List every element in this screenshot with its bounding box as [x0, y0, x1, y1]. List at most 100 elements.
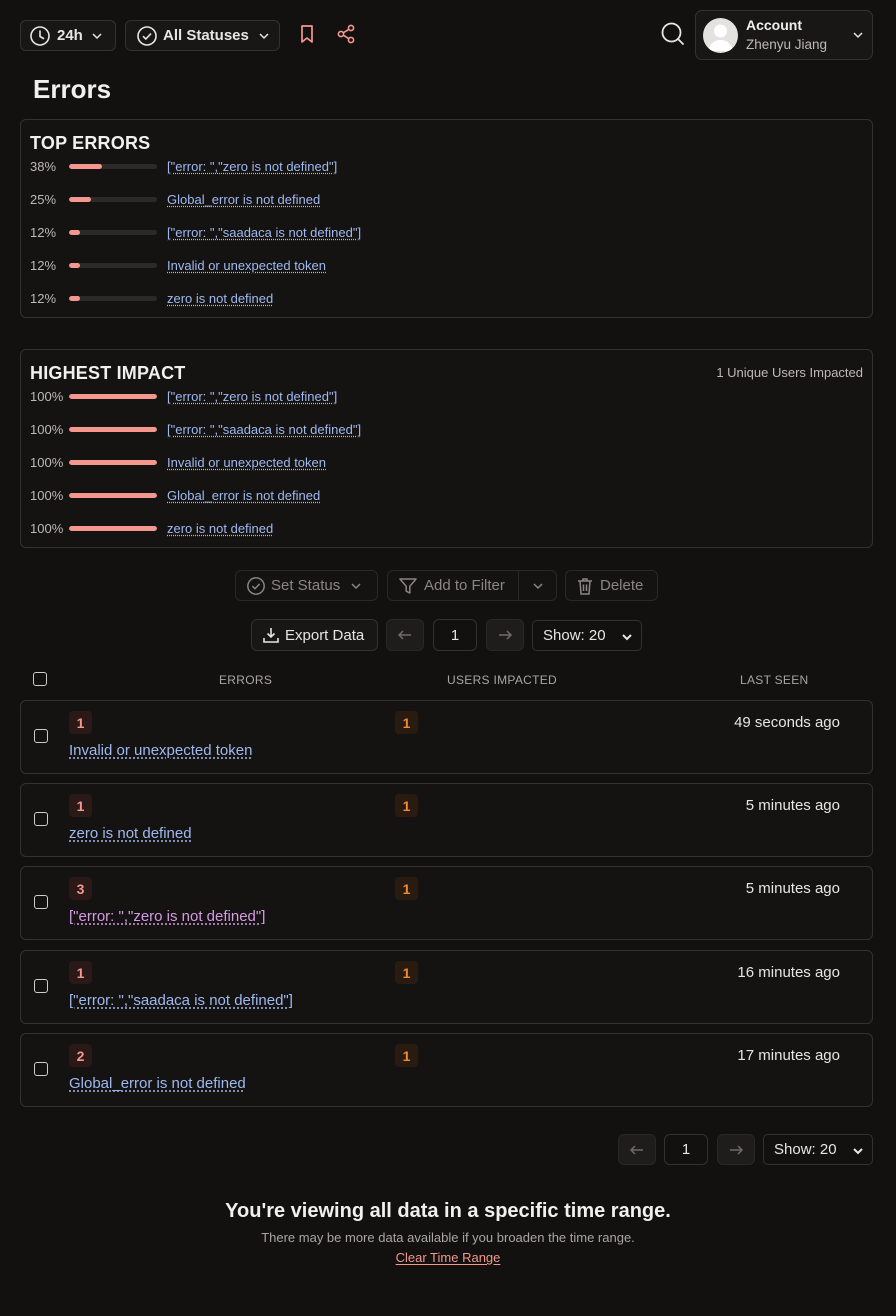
error-link[interactable]: Global_error is not defined [69, 1075, 246, 1092]
row-checkbox[interactable] [34, 1062, 48, 1076]
search-icon[interactable] [660, 21, 686, 52]
row-checkbox[interactable] [34, 812, 48, 826]
error-link[interactable]: Invalid or unexpected token [69, 742, 252, 759]
status-filter-button[interactable]: All Statuses [125, 20, 280, 51]
set-status-button[interactable]: Set Status [235, 570, 378, 601]
chevron-down-icon[interactable] [532, 580, 544, 592]
footer-subtext: There may be more data available if you … [261, 1230, 635, 1245]
stat-bar [69, 492, 157, 498]
stat-percent: 100% [30, 487, 64, 503]
stat-error-link[interactable]: zero is not defined [167, 521, 273, 536]
chevron-down-icon [350, 580, 362, 592]
stat-error-link[interactable]: ["error: ","zero is not defined"] [167, 389, 337, 404]
export-data-button[interactable]: Export Data [251, 619, 378, 651]
stat-row: 12% zero is not defined [30, 288, 273, 308]
clear-time-range-link[interactable]: Clear Time Range [0, 1249, 896, 1267]
prev-page-button[interactable] [618, 1134, 656, 1165]
page-title: Errors [33, 74, 112, 104]
stat-error-link[interactable]: zero is not defined [167, 291, 273, 306]
stat-error-link[interactable]: ["error: ","saadaca is not defined"] [167, 422, 361, 437]
page-size-value: Show: 20 [774, 1141, 837, 1158]
page-number-input[interactable]: 1 [433, 619, 477, 651]
stat-row: 100% zero is not defined [30, 518, 273, 538]
stat-percent: 38% [30, 158, 57, 174]
errors-column-header[interactable]: ERRORS [219, 673, 272, 687]
stat-bar-fill [69, 426, 157, 432]
download-icon [262, 626, 280, 644]
table-row[interactable]: 1 1 16 minutes ago ["error: ","saadaca is n… [20, 950, 873, 1024]
last-seen-column-header[interactable]: LAST SEEN [740, 673, 809, 687]
arrow-left-icon [629, 1144, 645, 1156]
add-to-filter-button[interactable]: Add to Filter [387, 570, 557, 601]
stat-row: 12% ["error: ","saadaca is not defined"] [30, 222, 361, 242]
page-number: 1 [450, 626, 460, 644]
stat-error-link[interactable]: Global_error is not defined [167, 192, 320, 207]
time-range-button[interactable]: 24h [20, 20, 116, 51]
page-size-select[interactable]: Show: 20 [532, 620, 642, 651]
share-icon[interactable] [336, 24, 356, 49]
stat-bar [69, 262, 157, 268]
highest-impact-panel: HIGHEST IMPACT 1 Unique Users Impacted 1… [20, 349, 873, 548]
stat-bar [69, 459, 157, 465]
row-checkbox[interactable] [34, 729, 48, 743]
users-impacted-badge: 1 [395, 1044, 418, 1067]
check-circle-icon [136, 25, 158, 47]
error-link[interactable]: ["error: ","saadaca is not defined"] [69, 992, 293, 1009]
last-seen-time: 5 minutes ago [745, 880, 840, 897]
stat-bar-fill [69, 295, 80, 301]
stat-percent: 12% [30, 290, 57, 306]
trash-icon [576, 576, 594, 596]
stat-row: 100% ["error: ","saadaca is not defined"] [30, 419, 361, 439]
clear-time-range-label[interactable]: Clear Time Range [396, 1250, 501, 1265]
next-page-button[interactable] [486, 619, 524, 651]
table-row[interactable]: 2 1 17 minutes ago Global_error is not defi… [20, 1033, 873, 1107]
stat-percent: 100% [30, 388, 64, 404]
arrow-right-icon [497, 629, 513, 641]
account-menu[interactable]: Account Zhenyu Jiang [695, 10, 873, 60]
page-number: 1 [681, 1141, 691, 1158]
divider [518, 571, 519, 600]
bookmark-icon[interactable] [298, 24, 316, 49]
next-page-button[interactable] [717, 1134, 755, 1165]
set-status-label: Set Status [271, 577, 341, 594]
error-link[interactable]: ["error: ","zero is not defined"] [69, 908, 265, 925]
delete-label: Delete [600, 577, 644, 594]
stat-error-link[interactable]: Invalid or unexpected token [167, 258, 326, 273]
prev-page-button[interactable] [386, 619, 424, 651]
select-all-checkbox[interactable] [33, 672, 47, 686]
stat-bar-fill [69, 492, 157, 498]
stat-bar [69, 196, 157, 202]
table-row[interactable]: 1 1 49 seconds ago Invalid or unexpected to… [20, 700, 873, 774]
delete-button[interactable]: Delete [565, 570, 658, 601]
stat-bar [69, 163, 157, 169]
table-row[interactable]: 1 1 5 minutes ago zero is not defined [20, 783, 873, 857]
page-size-value: Show: 20 [543, 627, 606, 644]
stat-row: 100% ["error: ","zero is not defined"] [30, 386, 337, 406]
top-errors-panel: TOP ERRORS 38% ["error: ","zero is not de… [20, 119, 873, 318]
users-impacted-column-header[interactable]: USERS IMPACTED [447, 673, 557, 687]
stat-percent: 12% [30, 257, 57, 273]
avatar [703, 18, 738, 53]
row-checkbox[interactable] [34, 979, 48, 993]
page-number-input[interactable]: 1 [664, 1134, 708, 1165]
stat-percent: 100% [30, 421, 64, 437]
stat-error-link[interactable]: Global_error is not defined [167, 488, 320, 503]
table-row[interactable]: 3 1 5 minutes ago ["error: ","zero is not d… [20, 866, 873, 940]
stat-bar-fill [69, 525, 157, 531]
stat-error-link[interactable]: Invalid or unexpected token [167, 455, 326, 470]
stat-bar-fill [69, 229, 80, 235]
chevron-down-icon [91, 30, 103, 42]
chevron-down-icon [258, 30, 270, 42]
stat-error-link[interactable]: ["error: ","zero is not defined"] [167, 159, 337, 174]
page-size-select[interactable]: Show: 20 [763, 1134, 873, 1165]
stat-error-link[interactable]: ["error: ","saadaca is not defined"] [167, 225, 361, 240]
time-range-label: 24h [57, 27, 83, 44]
users-impacted-badge: 1 [395, 877, 418, 900]
last-seen-time: 16 minutes ago [737, 964, 840, 981]
row-checkbox[interactable] [34, 895, 48, 909]
stat-row: 38% ["error: ","zero is not defined"] [30, 156, 337, 176]
unique-users-summary: 1 Unique Users Impacted [716, 365, 863, 380]
status-filter-label: All Statuses [163, 27, 249, 44]
stat-row: 12% Invalid or unexpected token [30, 255, 326, 275]
error-link[interactable]: zero is not defined [69, 825, 192, 842]
